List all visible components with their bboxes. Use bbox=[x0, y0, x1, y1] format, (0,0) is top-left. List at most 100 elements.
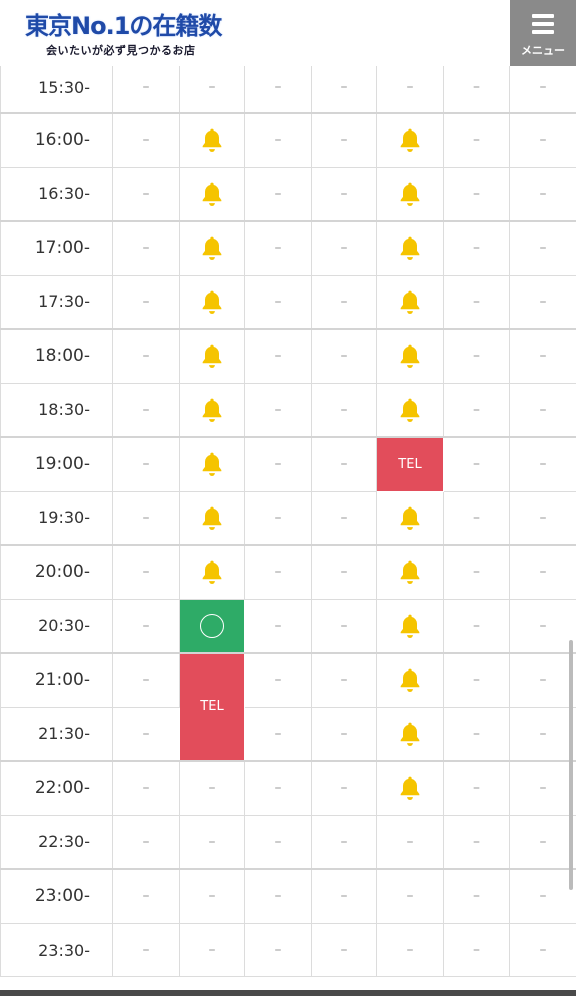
schedule-row: 16:30- – – – – – bbox=[0, 167, 576, 221]
scrollbar[interactable] bbox=[569, 640, 573, 890]
notify-bell-cell[interactable] bbox=[376, 383, 444, 437]
schedule-row: 23:30- – – – – – – – bbox=[0, 923, 576, 977]
bell-icon bbox=[198, 236, 226, 261]
site-logo[interactable]: 東京No.1の在籍数 会いたいが必ず見つかるお店 bbox=[0, 0, 235, 66]
unavailable-cell: – bbox=[443, 867, 510, 924]
bell-icon bbox=[396, 236, 424, 261]
unavailable-cell: – bbox=[311, 435, 377, 492]
notify-bell-cell[interactable] bbox=[179, 167, 245, 221]
unavailable-cell: – bbox=[244, 815, 312, 869]
menu-button[interactable]: メニュー bbox=[510, 0, 576, 66]
unavailable-cell: – bbox=[443, 111, 510, 168]
unavailable-cell: – bbox=[443, 759, 510, 816]
notify-bell-cell[interactable] bbox=[179, 383, 245, 437]
notify-bell-cell[interactable] bbox=[376, 111, 444, 168]
schedule-row: 18:30- – – – – – bbox=[0, 383, 576, 437]
time-slot-label: 17:00- bbox=[0, 219, 113, 276]
unavailable-cell: – bbox=[509, 543, 576, 600]
notify-bell-cell[interactable] bbox=[376, 707, 444, 761]
unavailable-cell: – bbox=[311, 383, 377, 437]
bell-icon bbox=[198, 182, 226, 206]
unavailable-cell: – bbox=[244, 759, 312, 816]
time-slot-label: 18:30- bbox=[0, 383, 113, 437]
time-slot-label: 20:00- bbox=[0, 543, 113, 600]
unavailable-cell: – bbox=[112, 815, 180, 869]
notify-bell-cell[interactable] bbox=[179, 327, 245, 384]
unavailable-cell: – bbox=[244, 62, 312, 113]
unavailable-cell: – bbox=[509, 167, 576, 221]
unavailable-cell: – bbox=[311, 759, 377, 816]
unavailable-cell: – bbox=[244, 707, 312, 761]
unavailable-cell: – bbox=[509, 62, 576, 113]
notify-bell-cell[interactable] bbox=[376, 543, 444, 600]
unavailable-cell: – bbox=[311, 219, 377, 276]
notify-bell-cell[interactable] bbox=[376, 275, 444, 329]
notify-bell-cell[interactable] bbox=[179, 435, 245, 492]
unavailable-cell: – bbox=[112, 759, 180, 816]
unavailable-cell: – bbox=[244, 599, 312, 653]
unavailable-cell: – bbox=[509, 111, 576, 168]
unavailable-cell: – bbox=[311, 707, 377, 761]
notify-bell-cell[interactable] bbox=[179, 543, 245, 600]
unavailable-cell: – bbox=[509, 923, 576, 977]
time-slot-label: 20:30- bbox=[0, 599, 113, 653]
site-header: 東京No.1の在籍数 会いたいが必ず見つかるお店 メニュー bbox=[0, 0, 576, 66]
bell-icon bbox=[198, 398, 226, 422]
unavailable-cell: – bbox=[244, 435, 312, 492]
time-slot-label: 22:30- bbox=[0, 815, 113, 869]
notify-bell-cell[interactable] bbox=[376, 167, 444, 221]
unavailable-cell: – bbox=[443, 543, 510, 600]
unavailable-cell: – bbox=[244, 383, 312, 437]
unavailable-cell: – bbox=[244, 167, 312, 221]
notify-bell-cell[interactable] bbox=[376, 599, 444, 653]
logo-subtitle: 会いたいが必ず見つかるお店 bbox=[46, 44, 196, 57]
unavailable-cell: – bbox=[443, 923, 510, 977]
time-slot-label: 23:30- bbox=[0, 923, 113, 977]
bell-icon bbox=[396, 506, 424, 530]
unavailable-cell: – bbox=[443, 651, 510, 708]
available-slot-button[interactable] bbox=[179, 599, 245, 653]
time-slot-label: 15:30- bbox=[0, 62, 113, 113]
notify-bell-cell[interactable] bbox=[179, 275, 245, 329]
time-slot-label: 18:00- bbox=[0, 327, 113, 384]
unavailable-cell: – bbox=[443, 435, 510, 492]
schedule-row: 21:30- – – – – – bbox=[0, 707, 576, 761]
unavailable-cell: – bbox=[112, 491, 180, 545]
tel-button[interactable]: TEL bbox=[376, 435, 444, 492]
notify-bell-cell[interactable] bbox=[179, 111, 245, 168]
bell-icon bbox=[198, 506, 226, 530]
bell-icon bbox=[198, 452, 226, 477]
schedule-row: 18:00- – – – – – bbox=[0, 327, 576, 384]
unavailable-cell: – bbox=[509, 275, 576, 329]
unavailable-cell: – bbox=[509, 867, 576, 924]
logo-title: 東京No.1の在籍数 bbox=[25, 12, 222, 40]
unavailable-cell: – bbox=[311, 327, 377, 384]
schedule-row: 17:30- – – – – – bbox=[0, 275, 576, 329]
time-slot-label: 17:30- bbox=[0, 275, 113, 329]
schedule-row: 20:00- – – – – – bbox=[0, 543, 576, 600]
tel-button[interactable]: TEL bbox=[179, 651, 245, 761]
unavailable-cell: – bbox=[509, 491, 576, 545]
time-slot-label: 21:00- bbox=[0, 651, 113, 708]
notify-bell-cell[interactable] bbox=[376, 651, 444, 708]
unavailable-cell: – bbox=[509, 759, 576, 816]
notify-bell-cell[interactable] bbox=[376, 327, 444, 384]
bell-icon bbox=[396, 182, 424, 206]
schedule-row: 19:30- – – – – – bbox=[0, 491, 576, 545]
unavailable-cell: – bbox=[244, 651, 312, 708]
notify-bell-cell[interactable] bbox=[376, 219, 444, 276]
notify-bell-cell[interactable] bbox=[376, 491, 444, 545]
unavailable-cell: – bbox=[244, 275, 312, 329]
time-slot-label: 16:00- bbox=[0, 111, 113, 168]
unavailable-cell: – bbox=[311, 62, 377, 113]
unavailable-cell: – bbox=[311, 651, 377, 708]
bell-icon bbox=[198, 290, 226, 314]
unavailable-cell: – bbox=[376, 815, 444, 869]
bell-icon bbox=[396, 398, 424, 422]
notify-bell-cell[interactable] bbox=[179, 219, 245, 276]
unavailable-cell: – bbox=[443, 219, 510, 276]
notify-bell-cell[interactable] bbox=[179, 491, 245, 545]
time-slot-label: 23:00- bbox=[0, 867, 113, 924]
unavailable-cell: – bbox=[311, 543, 377, 600]
notify-bell-cell[interactable] bbox=[376, 759, 444, 816]
